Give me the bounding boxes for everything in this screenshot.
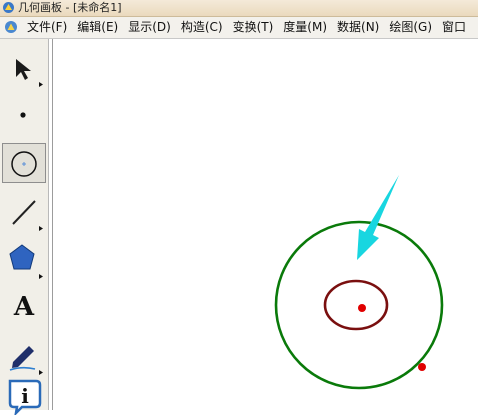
information-tool[interactable]: i bbox=[2, 375, 46, 415]
document-icon[interactable] bbox=[4, 20, 18, 34]
inner-ellipse[interactable] bbox=[323, 279, 389, 331]
pentagon-icon bbox=[9, 244, 43, 279]
info-icon: i bbox=[8, 379, 42, 415]
compass-tool[interactable] bbox=[2, 143, 46, 183]
segment-icon bbox=[12, 200, 43, 231]
menu-edit[interactable]: 编辑(E) bbox=[72, 17, 123, 38]
text-tool[interactable]: A bbox=[2, 287, 46, 327]
text-tool-letter: A bbox=[13, 292, 35, 322]
pen-marker-icon bbox=[9, 346, 43, 375]
tool-panel: A i bbox=[0, 39, 49, 415]
menu-window[interactable]: 窗口 bbox=[437, 17, 471, 38]
polygon-tool[interactable] bbox=[2, 239, 46, 279]
center-point[interactable] bbox=[358, 304, 366, 312]
point-icon bbox=[20, 112, 26, 118]
arrow-cursor-icon bbox=[16, 59, 43, 87]
sketch-canvas[interactable] bbox=[52, 39, 478, 410]
app-logo-icon bbox=[3, 2, 14, 13]
point-on-circle[interactable] bbox=[418, 363, 426, 371]
menu-data[interactable]: 数据(N) bbox=[332, 17, 384, 38]
menu-bar: 文件(F) 编辑(E) 显示(D) 构造(C) 变换(T) 度量(M) 数据(N… bbox=[0, 17, 478, 39]
circle-tool-icon bbox=[11, 151, 37, 177]
info-letter: i bbox=[21, 384, 29, 408]
menu-construct[interactable]: 构造(C) bbox=[176, 17, 228, 38]
title-bar: 几何画板 - [未命名1] bbox=[0, 0, 478, 17]
menu-graph[interactable]: 绘图(G) bbox=[384, 17, 437, 38]
arrow-annotation bbox=[357, 175, 399, 260]
point-tool[interactable] bbox=[2, 95, 46, 135]
menu-measure[interactable]: 度量(M) bbox=[278, 17, 332, 38]
window-title: 几何画板 - [未命名1] bbox=[18, 1, 122, 14]
menu-display[interactable]: 显示(D) bbox=[123, 17, 176, 38]
select-arrow-tool[interactable] bbox=[2, 47, 46, 87]
sketch-drawing bbox=[274, 175, 444, 390]
menu-file[interactable]: 文件(F) bbox=[22, 17, 72, 38]
straightedge-tool[interactable] bbox=[2, 191, 46, 231]
marker-tool[interactable] bbox=[2, 335, 46, 375]
menu-transform[interactable]: 变换(T) bbox=[228, 17, 279, 38]
